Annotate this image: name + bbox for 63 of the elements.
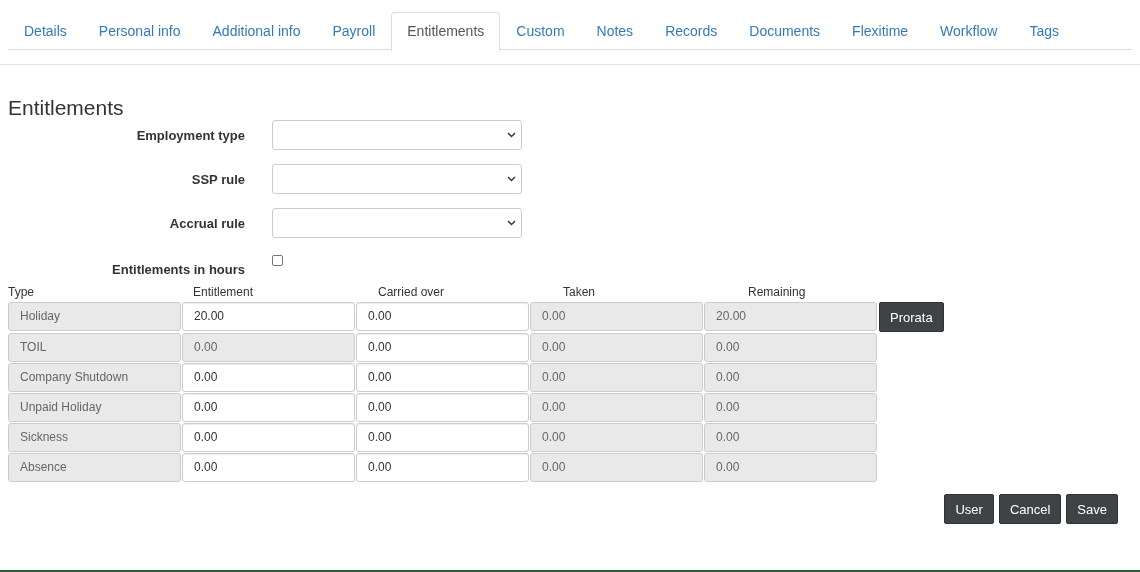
type-cell: Unpaid Holiday [8,393,181,422]
dropdown-field[interactable] [272,164,522,194]
readonly-field: 0.00 [704,453,877,482]
readonly-field: 0.00 [530,302,703,331]
field-label: Entitlements in hours [111,262,245,277]
input-field[interactable]: 0.00 [356,423,529,452]
type-cell: Absence [8,453,181,482]
tab[interactable]: Tags [1013,12,1075,50]
section-heading: Entitlements [8,96,125,120]
chevron-down-icon [507,220,516,226]
action-button[interactable]: Cancel [998,494,1062,524]
input-field[interactable]: 0.00 [356,302,529,331]
column-header: Entitlement [193,286,255,301]
column-header: Carried over [378,286,446,301]
input-field[interactable]: 0.00 [182,453,355,482]
readonly-field: 0.00 [704,333,877,362]
tab[interactable]: Additional info [196,12,317,50]
type-cell: Sickness [8,423,181,452]
readonly-field: 0.00 [530,393,703,422]
column-header: Remaining [748,286,807,301]
readonly-field: 20.00 [704,302,877,331]
dropdown-field[interactable] [272,208,522,238]
readonly-field: 0.00 [530,453,703,482]
prorata-button[interactable]: Prorata [879,302,944,332]
tab[interactable]: Entitlements [391,12,501,51]
tab[interactable]: Details [8,12,83,50]
tab[interactable]: Notes [580,12,650,50]
tab[interactable]: Workflow [924,12,1014,50]
field-label: SSP rule [190,171,245,187]
readonly-field: 0.00 [704,393,877,422]
action-button[interactable]: User [944,494,994,524]
tab[interactable]: Personal info [82,12,197,50]
tab[interactable]: Payroll [316,12,392,50]
action-button[interactable]: Save [1066,494,1118,524]
column-header: Type [8,286,35,301]
chevron-down-icon [507,176,516,182]
tab[interactable]: Flexitime [836,12,925,50]
chevron-down-icon [507,132,516,138]
readonly-field: 0.00 [704,423,877,452]
readonly-field: 0.00 [704,363,877,392]
dropdown-field[interactable] [272,120,522,150]
input-field[interactable]: 0.00 [182,423,355,452]
readonly-field: 0.00 [530,333,703,362]
type-cell: TOIL [8,333,181,362]
tab[interactable]: Records [649,12,734,50]
readonly-field: 0.00 [530,423,703,452]
input-field[interactable]: 0.00 [356,393,529,422]
input-field[interactable]: 0.00 [182,363,355,392]
field-label: Accrual rule [168,215,245,231]
type-cell: Holiday [8,302,181,331]
input-field[interactable]: 0.00 [182,393,355,422]
input-field[interactable]: 0.00 [356,453,529,482]
input-field[interactable]: 0.00 [356,333,529,362]
tab[interactable]: Custom [500,12,581,50]
input-field[interactable]: 0.00 [356,363,529,392]
tab[interactable]: Documents [733,12,837,50]
column-header: Taken [563,286,597,301]
input-field[interactable]: 20.00 [182,302,355,331]
type-cell: Company Shutdown [8,363,181,392]
field-label: Employment type [135,127,245,143]
checkbox[interactable] [272,255,283,266]
readonly-field: 0.00 [182,333,355,362]
readonly-field: 0.00 [530,363,703,392]
